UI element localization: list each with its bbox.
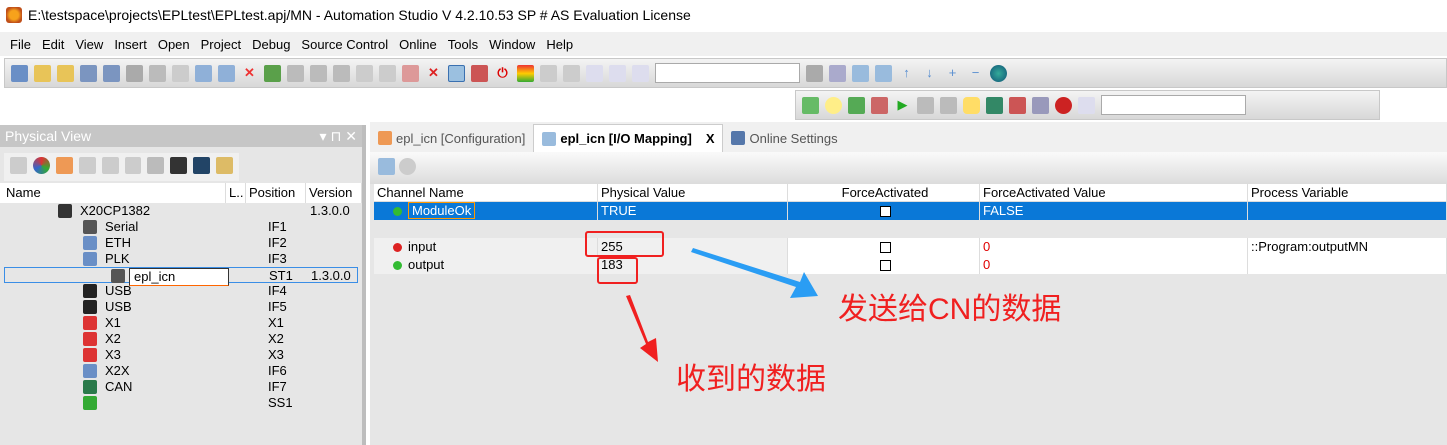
annotation-sent: 发送给CN的数据: [838, 293, 1062, 326]
annotation-received: 收到的数据: [676, 363, 826, 396]
arrow-sent: [691, 248, 818, 298]
arrow-received: [626, 295, 658, 362]
